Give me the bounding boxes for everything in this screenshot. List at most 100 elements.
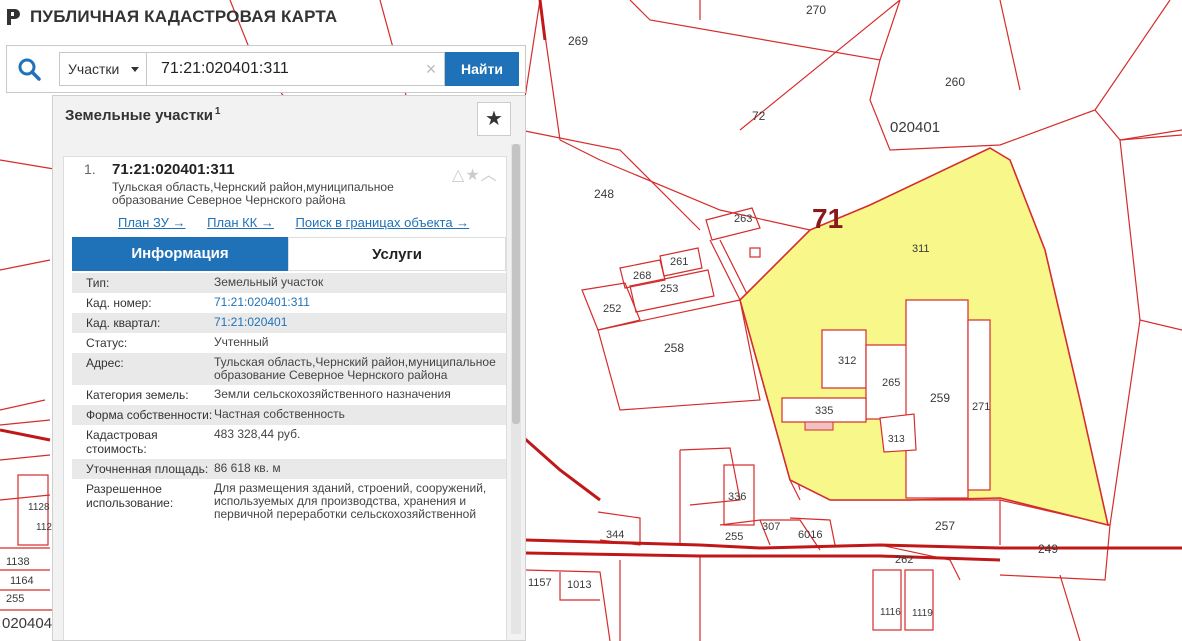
tab-services[interactable]: Услуги — [288, 237, 506, 271]
quarter-label-020404: 020404 — [2, 615, 52, 632]
results-panel: Земельные участки 1 ★ 1. 71:21:020401:311… — [52, 95, 526, 641]
map-label-1013: 1013 — [567, 579, 591, 591]
quarter-label-020401: 020401 — [890, 119, 940, 136]
info-value: Тульская область,Чернский район,муниципа… — [214, 355, 496, 382]
info-key: Тип: — [86, 276, 110, 290]
info-key: Адрес: — [86, 356, 124, 370]
object-type-select[interactable]: Участки — [59, 52, 147, 86]
result-number: 1. — [84, 161, 96, 177]
info-tabs: Информация Услуги — [72, 237, 506, 271]
map-label-312: 312 — [838, 355, 856, 367]
info-row: Разрешенное использование: Для размещения… — [72, 479, 506, 524]
map-label-260: 260 — [945, 75, 965, 89]
map-label-1164: 1164 — [10, 575, 34, 587]
info-value: 483 328,44 руб. — [214, 427, 301, 441]
collapse-icon[interactable]: ︿ — [481, 167, 498, 184]
info-key: Категория земель: — [86, 388, 189, 402]
info-value: 86 618 кв. м — [214, 461, 281, 475]
map-label-313: 313 — [888, 434, 905, 445]
map-label-259: 259 — [930, 391, 950, 405]
info-key: Разрешенное использование: — [86, 482, 174, 510]
info-key: Кад. номер: — [86, 296, 152, 310]
panel-title-text: Земельные участки — [65, 107, 213, 124]
plan-kk-link[interactable]: План КК → — [207, 215, 274, 230]
info-row: Кад. квартал: 71:21:020401 — [72, 313, 506, 333]
map-label-336: 336 — [728, 491, 746, 503]
map-label-262: 262 — [895, 554, 913, 566]
map-label-255-left: 255 — [6, 593, 24, 605]
search-input[interactable]: 71:21:020401:311 — [147, 52, 445, 86]
info-key: Кадастровая стоимость: — [86, 428, 158, 456]
map-label-265: 265 — [882, 377, 900, 389]
map-label-263: 263 — [734, 213, 752, 225]
small-structure — [804, 421, 834, 431]
info-row: Адрес: Тульская область,Чернский район,му… — [72, 353, 506, 385]
info-key: Уточненная площадь: — [86, 462, 209, 476]
search-in-bounds-link[interactable]: Поиск в границах объекта → — [296, 215, 470, 230]
map-label-335: 335 — [815, 405, 833, 417]
result-address: Тульская область,Чернский район,муниципа… — [112, 180, 394, 207]
map-label-1119: 1119 — [912, 608, 933, 619]
map-label-1116: 1116 — [880, 607, 901, 618]
result-actions: △★︿ — [452, 161, 498, 185]
map-label-6016: 6016 — [798, 529, 822, 541]
info-value[interactable]: 71:21:020401 — [214, 313, 506, 333]
map-label-311: 311 — [912, 243, 930, 255]
plan-zu-link[interactable]: План ЗУ → — [118, 215, 186, 230]
map-label-255: 255 — [725, 531, 743, 543]
map-label-270: 270 — [806, 3, 826, 17]
info-value: Земли сельскохозяйственного назначения — [214, 387, 451, 401]
info-row: Форма собственности: Частная собственност… — [72, 405, 506, 425]
info-value: Частная собственность — [214, 407, 345, 421]
scrollbar-thumb[interactable] — [512, 144, 520, 424]
map-label-258: 258 — [664, 341, 684, 355]
info-key: Форма собственности: — [86, 408, 213, 422]
info-value: Земельный участок — [214, 275, 324, 289]
map-label-344: 344 — [606, 529, 624, 541]
map-label-72: 72 — [752, 109, 766, 123]
map-label-1138: 1138 — [6, 556, 30, 568]
info-key: Статус: — [86, 336, 128, 350]
app-title: ПУБЛИЧНАЯ КАДАСТРОВАЯ КАРТА — [30, 7, 338, 26]
object-type-label: Участки — [68, 61, 120, 77]
map-label-261: 261 — [670, 256, 688, 268]
map-label-269: 269 — [568, 34, 588, 48]
info-row: Кад. номер: 71:21:020401:311 — [72, 293, 506, 313]
map-label-252: 252 — [603, 303, 621, 315]
panel-scrollbar[interactable] — [511, 144, 521, 634]
map-label-257: 257 — [935, 519, 955, 533]
info-value: Для размещения зданий, строений, сооруже… — [214, 481, 487, 521]
chevron-down-icon — [131, 67, 139, 72]
favorite-button[interactable]: ★ — [477, 102, 511, 136]
region-label: 71 — [812, 203, 843, 234]
results-count: 1 — [214, 106, 221, 117]
map-label-1128: 1128 — [28, 502, 50, 513]
info-row: Кадастровая стоимость: 483 328,44 руб. — [72, 425, 506, 459]
info-row: Тип: Земельный участок — [72, 273, 506, 293]
warning-icon[interactable]: △ — [452, 167, 465, 184]
panel-title: Земельные участки 1 — [65, 106, 220, 124]
search-bar: Участки 71:21:020401:311 × Найти — [6, 45, 526, 93]
app-header: ПУБЛИЧНАЯ КАДАСТРОВАЯ КАРТА — [0, 0, 337, 34]
star-icon[interactable]: ★ — [465, 167, 480, 184]
info-row: Уточненная площадь: 86 618 кв. м — [72, 459, 506, 479]
map-label-249: 249 — [1038, 542, 1058, 556]
map-label-248: 248 — [594, 187, 614, 201]
result-card: 1. 71:21:020401:311 Тульская область,Чер… — [63, 156, 507, 640]
info-value: Учтенный — [214, 335, 269, 349]
info-row: Категория земель: Земли сельскохозяйствен… — [72, 385, 506, 405]
map-label-307: 307 — [762, 521, 780, 533]
clear-icon[interactable]: × — [419, 52, 443, 86]
tab-information[interactable]: Информация — [72, 237, 288, 271]
info-key: Кад. квартал: — [86, 316, 161, 330]
result-cadastral-number[interactable]: 71:21:020401:311 — [112, 161, 235, 178]
info-value[interactable]: 71:21:020401:311 — [214, 293, 506, 313]
find-button[interactable]: Найти — [445, 52, 519, 86]
map-label-271: 271 — [972, 401, 990, 413]
map-label-253: 253 — [660, 283, 678, 295]
search-icon[interactable] — [15, 55, 45, 85]
info-row: Статус: Учтенный — [72, 333, 506, 353]
map-label-268: 268 — [633, 270, 651, 282]
result-links: План ЗУ → План КК → Поиск в границах объ… — [118, 215, 487, 230]
logo-icon — [7, 9, 20, 25]
